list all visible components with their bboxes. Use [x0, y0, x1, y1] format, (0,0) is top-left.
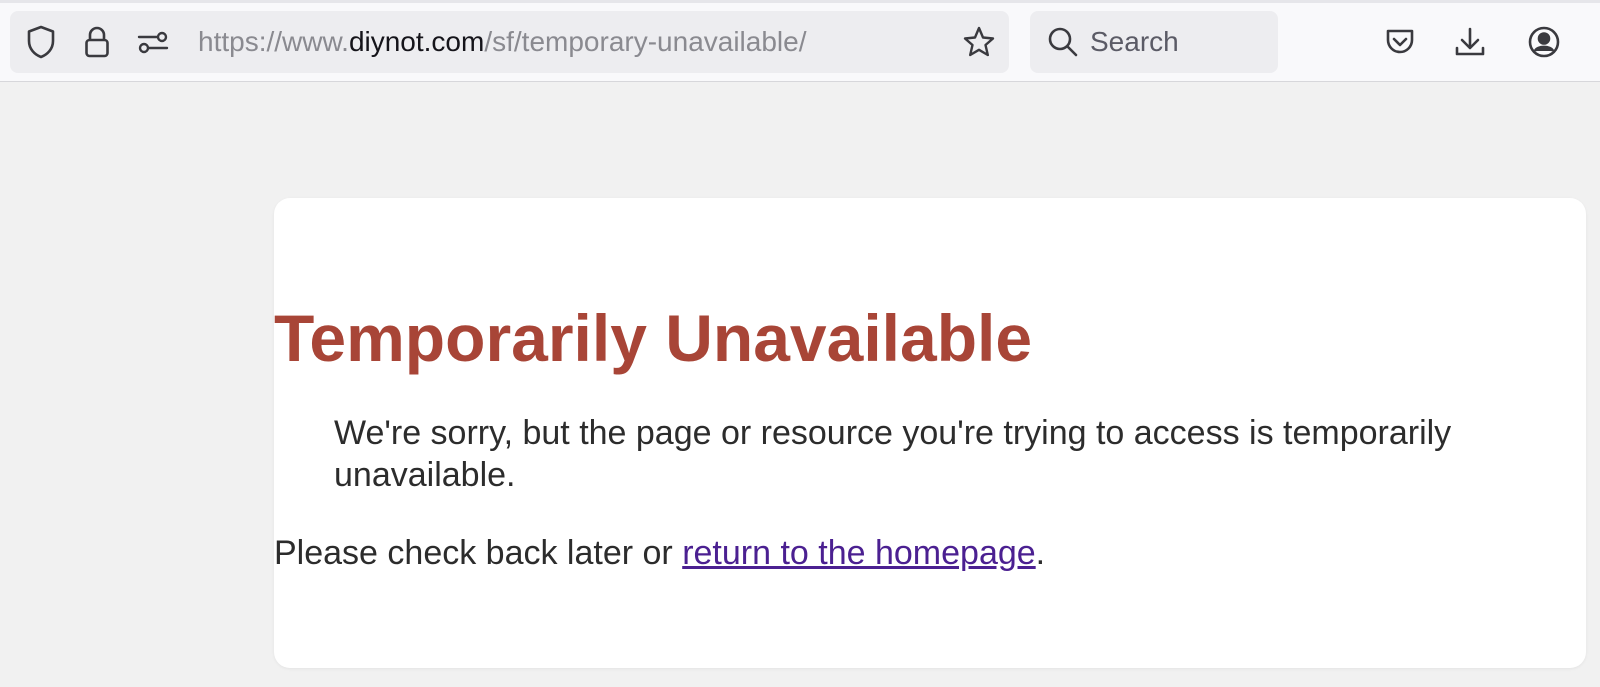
- page-title: Temporarily Unavailable: [274, 301, 1033, 375]
- search-icon: [1046, 25, 1080, 59]
- bookmark-star-icon[interactable]: [960, 23, 998, 61]
- permissions-icon[interactable]: [136, 25, 170, 59]
- url-host: diynot.com: [348, 26, 485, 57]
- url-prefix: https://www.: [198, 26, 349, 57]
- cta-suffix: .: [1035, 534, 1046, 572]
- address-bar[interactable]: https://www.diynot.com/sf/temporary-unav…: [10, 11, 1009, 73]
- browser-toolbar: https://www.diynot.com/sf/temporary-unav…: [0, 0, 1600, 82]
- error-message: We're sorry, but the page or resource yo…: [334, 414, 1452, 494]
- account-icon[interactable]: [1524, 22, 1564, 62]
- lock-icon[interactable]: [82, 23, 112, 61]
- tab-strip-edge: [0, 0, 1600, 3]
- search-bar[interactable]: Search: [1030, 11, 1278, 73]
- url-text[interactable]: https://www.diynot.com/sf/temporary-unav…: [198, 11, 807, 73]
- shield-icon[interactable]: [24, 24, 58, 60]
- url-path: /sf/temporary-unavailable/: [484, 26, 807, 57]
- pocket-icon[interactable]: [1380, 22, 1420, 62]
- homepage-link[interactable]: return to the homepage: [682, 534, 1035, 572]
- download-icon[interactable]: [1450, 22, 1490, 62]
- cta-text: Please check back later or return to the…: [274, 532, 1586, 574]
- search-placeholder: Search: [1090, 26, 1179, 57]
- cta-prefix: Please check back later or: [274, 534, 683, 572]
